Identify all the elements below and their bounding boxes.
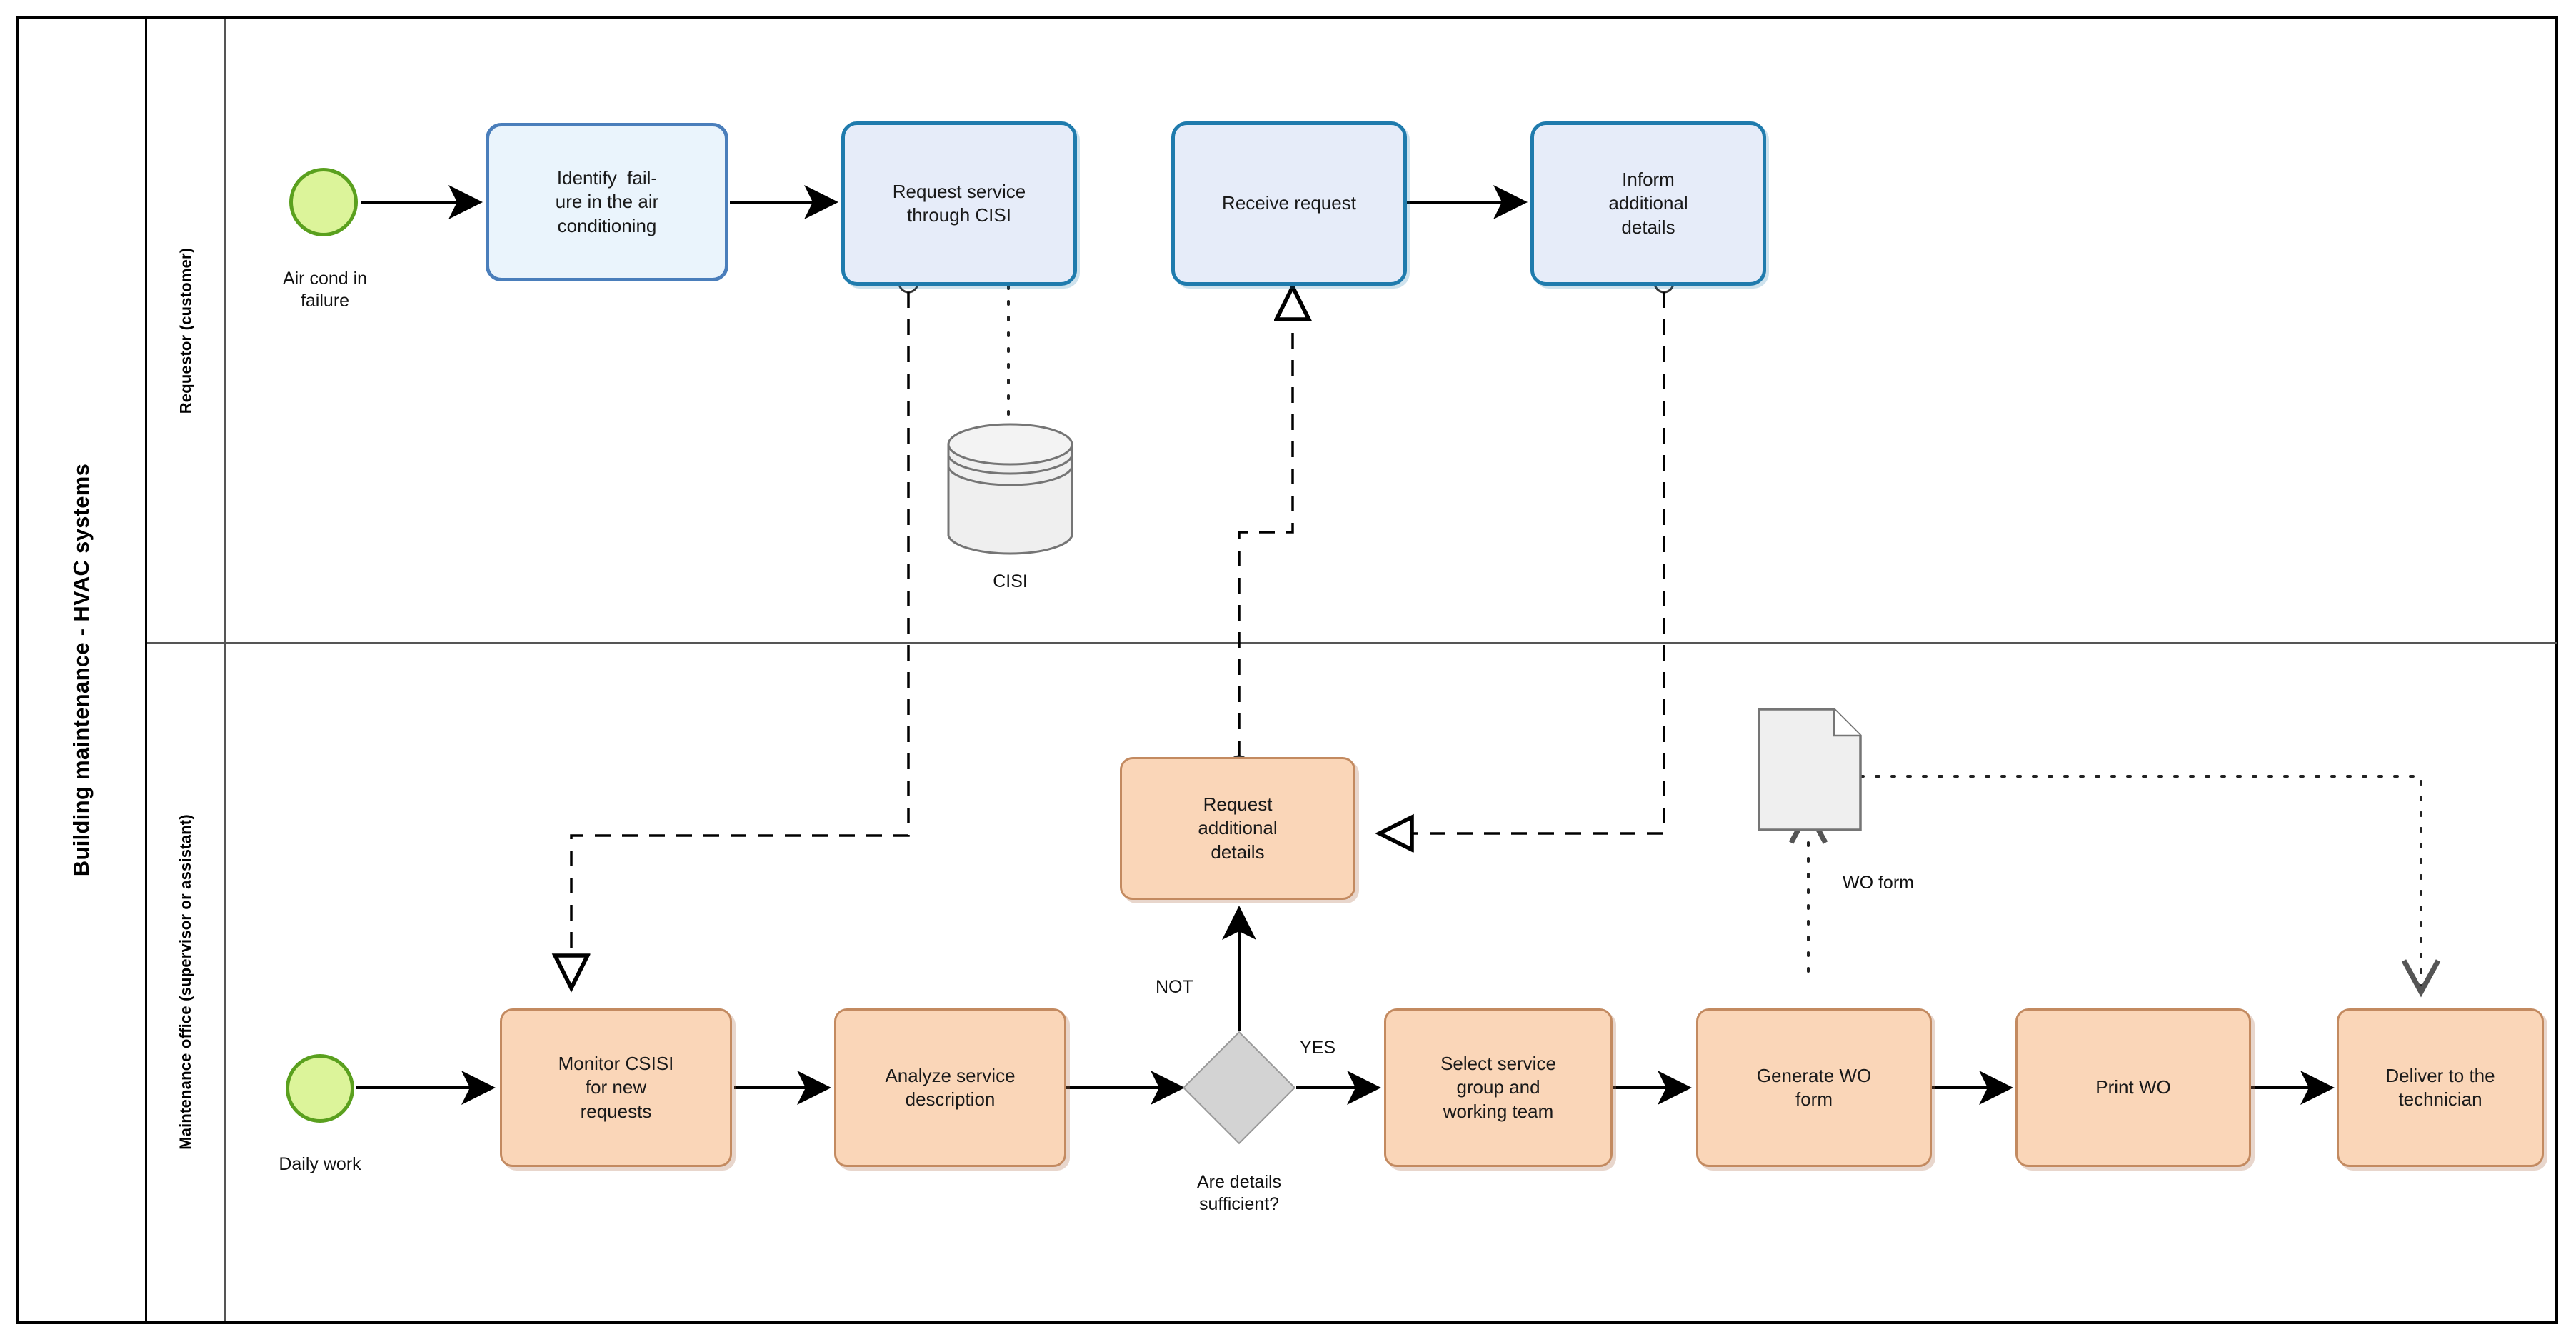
task-request-details-label: Request additional details [1198, 793, 1278, 863]
bpmn-diagram-canvas: Building maintenance - HVAC systems Requ… [0, 0, 2576, 1342]
task-analyze-service-description[interactable]: Analyze service description [834, 1008, 1066, 1167]
task-inform-additional-details[interactable]: Inform additional details [1530, 121, 1766, 286]
task-identify-failure-label: Identify fail-ure in the air conditioning [555, 167, 659, 236]
data-object-wo-form-label: WO form [1843, 873, 1914, 893]
data-store-cisi[interactable] [944, 421, 1076, 557]
task-analyze-service-label: Analyze service description [885, 1064, 1016, 1110]
data-store-cisi-label: CISI [993, 571, 1028, 591]
pool-title-band: Building maintenance - HVAC systems [19, 19, 147, 1321]
task-generate-wo-label: Generate WO form [1756, 1064, 1872, 1110]
task-receive-request[interactable]: Receive request [1171, 121, 1407, 286]
task-inform-details-label: Inform additional details [1608, 169, 1688, 238]
task-request-service-through-cisi[interactable]: Request service through CISI [841, 121, 1077, 286]
start-event-label-air-cond: Air cond in failure [282, 269, 368, 311]
task-monitor-csisi[interactable]: Monitor CSISI for new requests [500, 1008, 732, 1167]
task-monitor-csisi-label: Monitor CSISI for new requests [558, 1053, 674, 1122]
task-receive-request-label: Receive request [1222, 192, 1356, 214]
flow-label-not: NOT [1156, 977, 1193, 997]
lane-header-maintenance: Maintenance office (supervisor or assist… [147, 643, 226, 1321]
task-print-wo[interactable]: Print WO [2015, 1008, 2251, 1167]
task-select-service-group[interactable]: Select service group and working team [1384, 1008, 1613, 1167]
pool-title: Building maintenance - HVAC systems [69, 463, 94, 877]
flow-label-yes: YES [1300, 1038, 1336, 1058]
lane-label-requestor: Requestor (customer) [176, 247, 194, 414]
task-identify-failure[interactable]: Identify fail-ure in the air conditioning [486, 123, 728, 281]
lane-header-requestor: Requestor (customer) [147, 19, 226, 643]
task-generate-wo-form[interactable]: Generate WO form [1696, 1008, 1932, 1167]
lane-label-maintenance: Maintenance office (supervisor or assist… [176, 814, 194, 1150]
start-event-air-cond-in-failure[interactable] [289, 168, 358, 236]
task-request-service-label: Request service through CISI [892, 180, 1026, 226]
start-event-daily-work[interactable] [286, 1054, 354, 1123]
task-deliver-to-technician[interactable]: Deliver to the technician [2337, 1008, 2544, 1167]
data-object-wo-form[interactable] [1757, 707, 1864, 832]
task-request-additional-details[interactable]: Request additional details [1120, 757, 1355, 900]
task-deliver-label: Deliver to the technician [2385, 1064, 2495, 1110]
task-select-group-label: Select service group and working team [1440, 1053, 1556, 1122]
lane-divider [147, 642, 2557, 644]
gateway-label: Are details sufficient? [1196, 1172, 1282, 1215]
task-print-wo-label: Print WO [2095, 1076, 2171, 1098]
start-event-label-daily-work: Daily work [279, 1154, 361, 1174]
